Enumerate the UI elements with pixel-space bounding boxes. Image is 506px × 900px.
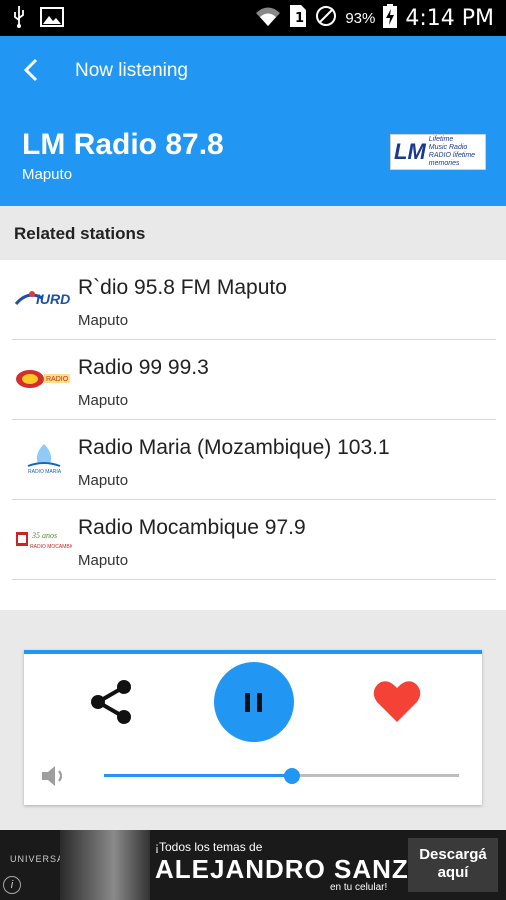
- svg-text:RADIO MOCAMBIQUE: RADIO MOCAMBIQUE: [30, 544, 72, 550]
- station-title: Radio Maria (Mozambique) 103.1: [78, 436, 390, 459]
- image-icon: [40, 7, 64, 32]
- battery-percent: 93%: [345, 10, 376, 27]
- app-bar: Now listening LM Radio 87.8 Maputo LM Li…: [0, 36, 506, 206]
- divider: [12, 579, 496, 580]
- list-item[interactable]: 35 anos RADIO MOCAMBIQUE Radio Mocambique…: [0, 500, 506, 580]
- station-city: Maputo: [22, 166, 73, 183]
- battery-charging-icon: [383, 4, 398, 33]
- volume-fill: [104, 774, 293, 777]
- radio-mocambique-logo-icon: 35 anos RADIO MOCAMBIQUE: [14, 522, 83, 554]
- station-title: R`dio 95.8 FM Maputo: [78, 276, 287, 299]
- ad-info-icon[interactable]: i: [3, 876, 21, 894]
- list-item[interactable]: RADIO Radio 99 99.3 Maputo: [0, 340, 506, 420]
- status-bar: 1 93% 4:14 PM: [0, 0, 506, 36]
- share-button[interactable]: [88, 678, 134, 726]
- radio-maria-logo-icon: RADIO MARIA: [14, 442, 72, 475]
- play-pause-button[interactable]: [214, 662, 294, 742]
- do-not-disturb-icon: [315, 5, 337, 32]
- ad-line-1: ¡Todos los temas de: [155, 840, 263, 854]
- usb-icon: [12, 6, 26, 33]
- svg-text:IURD: IURD: [36, 291, 70, 307]
- station-logo: LM Lifetime Music Radio RADIO lifetime m…: [390, 134, 486, 170]
- station-subtitle: Maputo: [78, 472, 129, 489]
- ad-line-3: en tu celular!: [330, 882, 388, 893]
- station-title: Radio 99 99.3: [78, 356, 209, 379]
- station-name: LM Radio 87.8: [22, 128, 224, 161]
- ad-artist-photo: [60, 830, 150, 900]
- station-title: Radio Mocambique 97.9: [78, 516, 306, 539]
- volume-knob[interactable]: [284, 768, 301, 784]
- volume-slider[interactable]: [104, 768, 459, 784]
- appbar-title: Now listening: [75, 60, 188, 81]
- svg-text:35 anos: 35 anos: [31, 531, 57, 540]
- station-subtitle: Maputo: [78, 392, 129, 409]
- station-subtitle: Maputo: [78, 552, 129, 569]
- volume-icon: [40, 763, 68, 789]
- list-item[interactable]: RADIO MARIA Radio Maria (Mozambique) 103…: [0, 420, 506, 500]
- sim-icon: 1: [289, 4, 307, 33]
- related-stations-list: IURD R`dio 95.8 FM Maputo Maputo RADIO R…: [0, 260, 506, 610]
- player-progress-line: [24, 650, 482, 654]
- iurd-logo-icon: IURD: [14, 282, 72, 314]
- ad-banner[interactable]: UNIVERSAL ¡Todos los temas de ALEJANDRO …: [0, 830, 506, 900]
- heart-icon: [373, 681, 421, 722]
- svg-text:RADIO: RADIO: [46, 376, 69, 383]
- share-icon: [91, 680, 131, 724]
- ad-line-2: ALEJANDRO SANZ: [155, 854, 409, 884]
- player-card: [24, 650, 482, 805]
- wifi-icon: [255, 5, 281, 32]
- back-button[interactable]: [18, 56, 46, 84]
- svg-text:RADIO MARIA: RADIO MARIA: [28, 469, 62, 474]
- favorite-button[interactable]: [372, 678, 422, 724]
- chevron-left-icon: [23, 58, 38, 82]
- list-item[interactable]: IURD R`dio 95.8 FM Maputo Maputo: [0, 260, 506, 340]
- station-subtitle: Maputo: [78, 312, 129, 329]
- clock: 4:14 PM: [405, 6, 494, 31]
- radio99-logo-icon: RADIO: [14, 362, 72, 394]
- ad-download-button[interactable]: Descargá aquí: [408, 838, 498, 892]
- related-stations-header: Related stations: [0, 206, 506, 260]
- section-title: Related stations: [14, 224, 146, 243]
- svg-text:1: 1: [295, 11, 304, 26]
